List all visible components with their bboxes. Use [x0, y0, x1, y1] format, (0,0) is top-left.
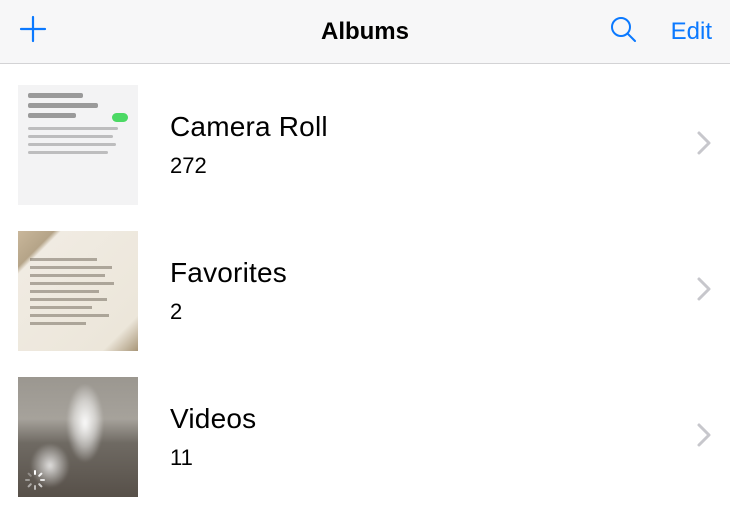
edit-button[interactable]: Edit — [671, 18, 712, 46]
album-row-camera-roll[interactable]: Camera Roll 272 — [0, 72, 730, 218]
album-title: Camera Roll — [170, 111, 664, 143]
loading-spinner-icon — [24, 469, 46, 491]
nav-left — [18, 14, 138, 49]
album-thumbnail — [18, 85, 138, 205]
search-button[interactable] — [609, 15, 637, 48]
album-row-favorites[interactable]: Favorites 2 — [0, 218, 730, 364]
chevron-right-icon — [696, 130, 712, 161]
album-title: Videos — [170, 403, 664, 435]
chevron-right-icon — [696, 422, 712, 453]
album-row-videos[interactable]: Videos 11 — [0, 364, 730, 510]
page-title: Albums — [138, 18, 592, 46]
albums-list: Camera Roll 272 Favorites 2 — [0, 64, 730, 510]
album-count: 2 — [170, 299, 664, 325]
album-title: Favorites — [170, 257, 664, 289]
navigation-bar: Albums Edit — [0, 0, 730, 64]
album-text: Favorites 2 — [170, 257, 664, 325]
add-button[interactable] — [18, 14, 48, 49]
search-icon — [609, 15, 637, 43]
chevron-right-icon — [696, 276, 712, 307]
album-count: 11 — [170, 445, 664, 471]
album-count: 272 — [170, 153, 664, 179]
album-thumbnail — [18, 231, 138, 351]
nav-right: Edit — [592, 15, 712, 48]
plus-icon — [18, 14, 48, 44]
album-text: Videos 11 — [170, 403, 664, 471]
album-text: Camera Roll 272 — [170, 111, 664, 179]
album-thumbnail — [18, 377, 138, 497]
